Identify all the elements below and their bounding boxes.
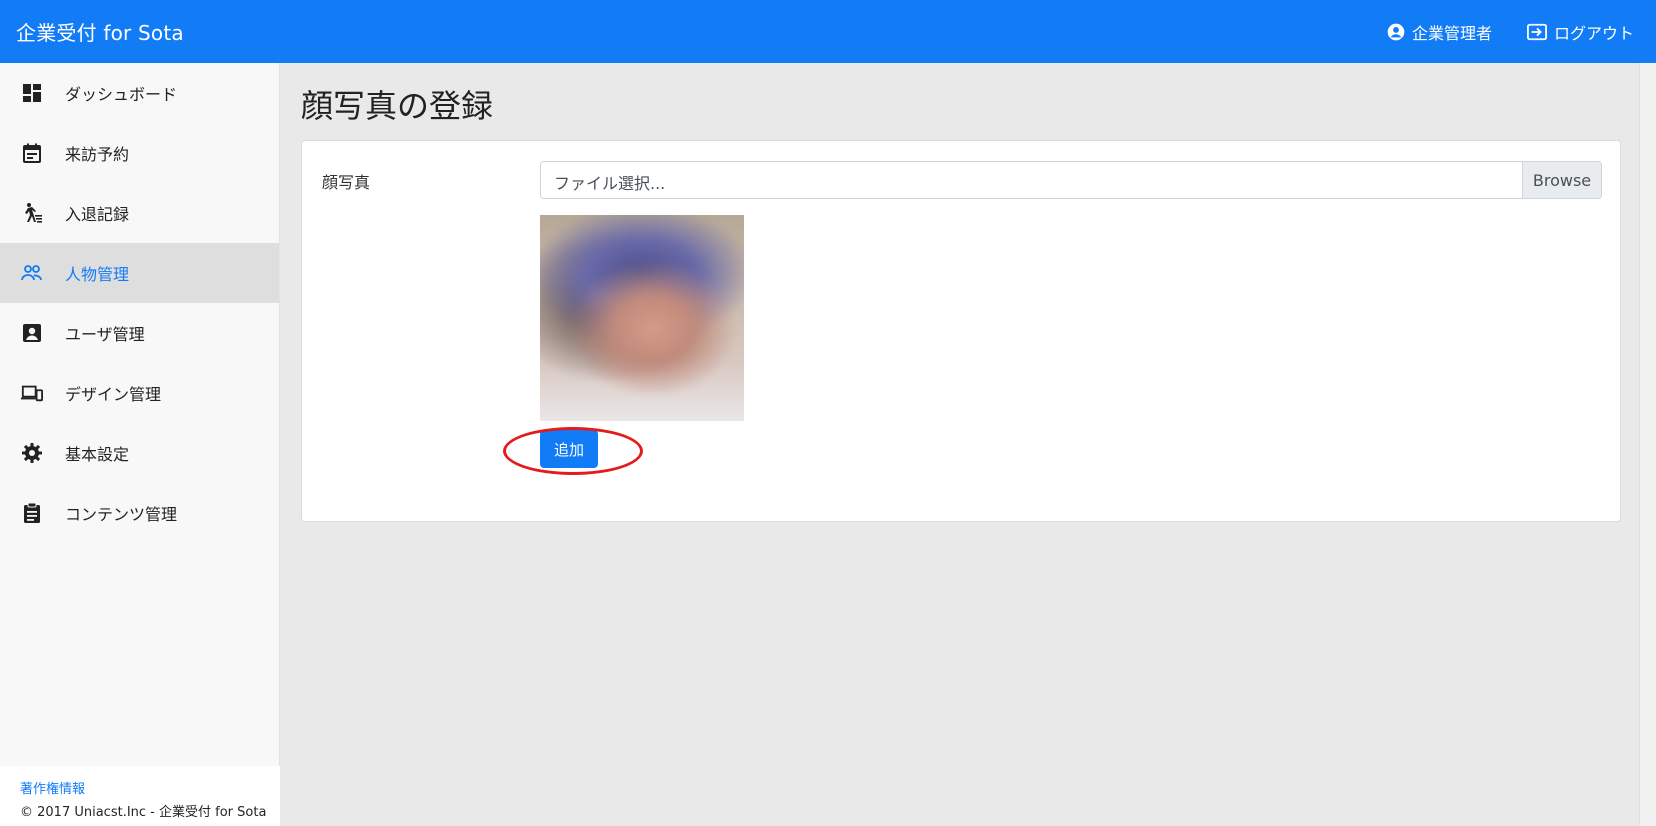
file-select-input[interactable]: ファイル選択... Browse: [540, 161, 1602, 199]
logout-link[interactable]: ログアウト: [1526, 20, 1634, 44]
sidebar-item-label: ユーザ管理: [65, 325, 145, 344]
user-circle-icon: [1387, 23, 1405, 40]
vertical-scrollbar[interactable]: [1639, 63, 1656, 826]
nav-right: 企業管理者 ログアウト: [1386, 20, 1634, 44]
sidebar-item-label: デザイン管理: [65, 385, 162, 404]
browse-button[interactable]: Browse: [1522, 162, 1601, 198]
sidebar-item-design-management[interactable]: デザイン管理: [0, 363, 279, 423]
user-card-icon: [21, 322, 43, 344]
top-navbar: 企業受付 for Sota 企業管理者 ログアウト: [0, 0, 1656, 63]
sidebar-item-label: 基本設定: [65, 445, 130, 464]
clipboard-icon: [21, 502, 43, 524]
highlight-annotation-ellipse: [503, 427, 643, 475]
sidebar-item-label: 人物管理: [65, 265, 130, 284]
sidebar-item-content-management[interactable]: コンテンツ管理: [0, 483, 279, 543]
face-photo-preview: [540, 215, 744, 421]
sidebar-item-dashboard[interactable]: ダッシュボード: [0, 63, 279, 123]
page-title: 顔写真の登録: [301, 87, 494, 125]
sidebar-footer: 著作権情報 © 2017 Uniacst.Inc - 企業受付 for Sota: [0, 766, 280, 826]
sidebar-item-basic-settings[interactable]: 基本設定: [0, 423, 279, 483]
dashboard-icon: [21, 82, 43, 104]
user-menu[interactable]: 企業管理者: [1386, 20, 1492, 44]
sidebar-item-user-management[interactable]: ユーザ管理: [0, 303, 279, 363]
walk-icon: [21, 202, 43, 224]
people-icon: [21, 262, 43, 284]
sidebar-item-visit-reservation[interactable]: 来訪予約: [0, 123, 279, 183]
sidebar-item-label: 来訪予約: [65, 145, 130, 164]
sidebar: ダッシュボード 来訪予約 入退記録 人物管理 ユーザ管理 デザイン管理 基本設定…: [0, 63, 280, 826]
gear-icon: [21, 442, 43, 464]
logout-label: ログアウト: [1553, 23, 1634, 43]
file-select-placeholder: ファイル選択...: [554, 174, 666, 193]
sidebar-item-entry-log[interactable]: 入退記録: [0, 183, 279, 243]
main-content: 顔写真の登録 顔写真 ファイル選択... Browse 追加: [281, 63, 1639, 826]
face-photo-image: [540, 215, 744, 421]
sidebar-item-label: 入退記録: [65, 205, 130, 224]
sidebar-item-label: ダッシュボード: [65, 85, 178, 104]
copyright-link[interactable]: 著作権情報: [20, 778, 280, 797]
copyright-text: © 2017 Uniacst.Inc - 企業受付 for Sota: [20, 805, 267, 820]
devices-icon: [21, 382, 43, 404]
face-photo-label: 顔写真: [322, 173, 371, 192]
calendar-icon: [21, 142, 43, 164]
brand-title[interactable]: 企業受付 for Sota: [16, 17, 184, 46]
face-photo-card: 顔写真 ファイル選択... Browse 追加: [301, 140, 1621, 522]
sidebar-item-person-management[interactable]: 人物管理: [0, 243, 279, 303]
logout-icon: [1526, 23, 1547, 40]
user-label: 企業管理者: [1411, 23, 1492, 43]
sidebar-item-label: コンテンツ管理: [65, 505, 178, 524]
